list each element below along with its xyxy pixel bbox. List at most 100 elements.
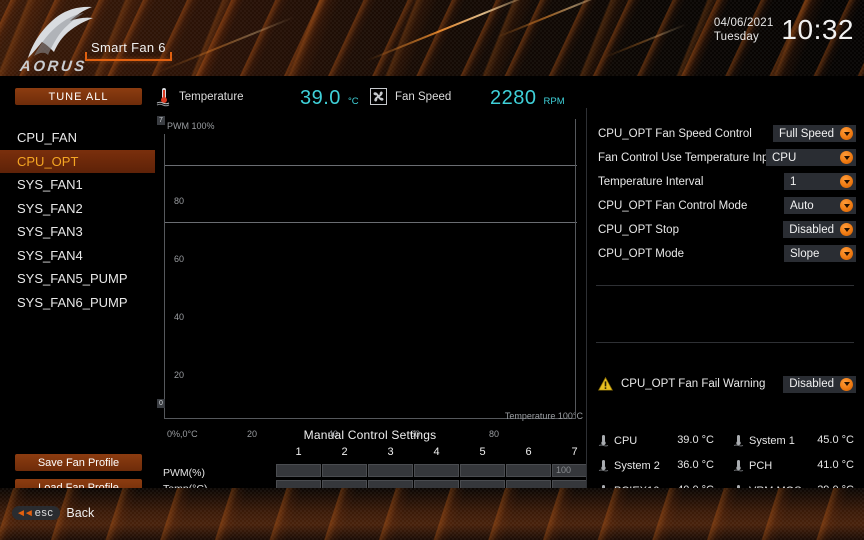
chart-ytick-40: 40: [174, 312, 185, 322]
sidebar-item-cpu-fan[interactable]: CPU_FAN: [0, 126, 155, 150]
manual-cell-pwm-1[interactable]: [276, 464, 321, 477]
cpu-opt-mode-dropdown[interactable]: Slope: [784, 245, 856, 262]
page-title: Smart Fan 6: [91, 40, 166, 55]
settings-panel: CPU_OPT Fan Speed Control Full Speed Fan…: [586, 78, 864, 540]
sensor-cpu: CPU: [598, 434, 637, 447]
fan-fail-warning-dropdown[interactable]: Disabled: [783, 375, 856, 393]
sensor-value-cpu: 39.0 °C: [677, 434, 714, 446]
chevron-down-icon: [840, 175, 853, 188]
dropdown-value: Slope: [790, 247, 820, 260]
sensor-name: System 1: [749, 434, 795, 447]
fan-sidebar: TUNE ALL CPU_FAN CPU_OPT SYS_FAN1 SYS_FA…: [0, 78, 155, 496]
fan-fail-warning-row: CPU_OPT Fan Fail Warning Disabled: [598, 374, 856, 394]
sidebar-item-sys-fan6-pump[interactable]: SYS_FAN6_PUMP: [0, 291, 155, 315]
manual-cell-pwm-4[interactable]: [414, 464, 459, 477]
thermometer-icon: [598, 460, 609, 472]
manual-col-header-3: 3: [387, 446, 394, 458]
temperature-label: Temperature: [179, 91, 244, 103]
sidebar-item-sys-fan3[interactable]: SYS_FAN3: [0, 220, 155, 244]
sidebar-item-cpu-opt[interactable]: CPU_OPT: [0, 149, 155, 173]
section-divider: [596, 285, 854, 286]
page-title-group: Smart Fan 6: [85, 40, 172, 66]
back-button[interactable]: ◄◄ esc Back: [12, 506, 94, 520]
datetime-display: 04/06/2021 Tuesday 10:32: [714, 16, 854, 45]
dropdown-value: 1: [790, 175, 797, 188]
sensor-value-pch: 41.0 °C: [817, 459, 854, 471]
page-title-underline: [85, 59, 172, 61]
fan-curve-line: [165, 165, 577, 166]
section-divider: [596, 342, 854, 343]
fan-control-mode-dropdown[interactable]: Auto: [784, 197, 856, 214]
decorative-streak: [155, 15, 295, 75]
manual-row-label-pwm: PWM(%): [163, 467, 205, 479]
manual-col-header-4: 4: [433, 446, 440, 458]
chart-plot-area[interactable]: 80 60 40 20 0%,0°C 20 40 60 80: [164, 134, 577, 439]
thermometer-icon: [155, 87, 173, 107]
sidebar-item-sys-fan4[interactable]: SYS_FAN4: [0, 244, 155, 268]
chevron-down-icon: [840, 247, 853, 260]
cpu-opt-stop-dropdown[interactable]: Disabled: [783, 221, 856, 238]
fan-speed-value: 2280: [490, 87, 537, 109]
manual-cell-pwm-5[interactable]: [460, 464, 505, 477]
setting-label: Fan Control Use Temperature Input: [598, 151, 779, 164]
fan-channel-list: CPU_FAN CPU_OPT SYS_FAN1 SYS_FAN2 SYS_FA…: [0, 126, 155, 314]
thermometer-icon: [733, 435, 744, 447]
setting-label: CPU_OPT Fan Speed Control: [598, 127, 752, 140]
fan-speed-unit: RPM: [543, 96, 565, 107]
sensor-system1: System 1: [733, 434, 795, 447]
manual-cell-pwm-3[interactable]: [368, 464, 413, 477]
sensor-value-system2: 36.0 °C: [677, 459, 714, 471]
header-banner: AORUS Smart Fan 6 04/06/2021 Tuesday 10:…: [0, 0, 864, 76]
fan-speed-label: Fan Speed: [395, 91, 452, 103]
double-chevron-left-icon: ◄◄: [16, 507, 34, 519]
save-fan-profile-button[interactable]: Save Fan Profile: [15, 454, 142, 471]
chart-ytick-20: 20: [174, 370, 185, 380]
setting-row-fan-speed-control: CPU_OPT Fan Speed Control Full Speed: [598, 122, 856, 145]
sensor-system2: System 2: [598, 459, 660, 472]
manual-control-title: Manual Control Settings: [303, 428, 437, 442]
panel-divider: [586, 108, 587, 488]
manual-col-header-2: 2: [341, 446, 348, 458]
setting-label: CPU_OPT Fan Control Mode: [598, 199, 748, 212]
temperature-interval-dropdown[interactable]: 1: [784, 173, 856, 190]
manual-col-header-1: 1: [295, 446, 302, 458]
manual-cell-pwm-6[interactable]: [506, 464, 551, 477]
decorative-streak: [495, 0, 609, 39]
setting-row-cpu-opt-mode: CPU_OPT Mode Slope: [598, 242, 856, 265]
setting-row-temperature-input: Fan Control Use Temperature Input CPU: [598, 146, 856, 169]
sidebar-item-sys-fan1[interactable]: SYS_FAN1: [0, 173, 155, 197]
fan-speed-control-dropdown[interactable]: Full Speed: [773, 125, 856, 142]
chevron-down-icon: [840, 223, 853, 236]
warning-triangle-icon: [598, 377, 613, 391]
manual-col-header-5: 5: [479, 446, 486, 458]
dropdown-value: Full Speed: [779, 127, 834, 140]
sensor-readout-strip: Temperature 39.0 °C Fan Speed 2280 RPM: [155, 78, 585, 116]
temperature-unit: °C: [347, 96, 359, 107]
manual-cell-pwm-2[interactable]: [322, 464, 367, 477]
chart-ylabel: PWM 100%: [167, 121, 215, 131]
fan-curve-chart[interactable]: 7 PWM 100% 80 60 40 20 0%,0°C 20 40 60 8…: [155, 116, 585, 439]
warning-label: CPU_OPT Fan Fail Warning: [621, 378, 766, 390]
chart-right-border: [575, 119, 576, 419]
sensor-name: System 2: [614, 459, 660, 472]
brand-text: AORUS: [19, 58, 88, 75]
chevron-down-icon: [840, 127, 853, 140]
setting-row-cpu-opt-stop: CPU_OPT Stop Disabled: [598, 218, 856, 241]
decorative-streak: [602, 23, 688, 59]
tune-all-button[interactable]: TUNE ALL: [15, 88, 142, 105]
dropdown-value: Disabled: [789, 223, 834, 236]
sidebar-item-sys-fan5-pump[interactable]: SYS_FAN5_PUMP: [0, 267, 155, 291]
sensor-pch: PCH: [733, 459, 772, 472]
chart-ytick-80: 80: [174, 196, 185, 206]
setting-row-temperature-interval: Temperature Interval 1: [598, 170, 856, 193]
chart-top-marker: 7: [157, 116, 165, 125]
setting-label: CPU_OPT Stop: [598, 223, 679, 236]
dropdown-value: Auto: [790, 199, 814, 212]
temperature-input-dropdown[interactable]: CPU: [766, 149, 856, 166]
temperature-readout: 39.0 °C: [300, 87, 359, 110]
chart-ytick-60: 60: [174, 254, 185, 264]
chevron-down-icon: [840, 199, 853, 212]
chevron-down-icon: [840, 151, 853, 164]
sensor-name: CPU: [614, 434, 638, 447]
sidebar-item-sys-fan2[interactable]: SYS_FAN2: [0, 197, 155, 221]
